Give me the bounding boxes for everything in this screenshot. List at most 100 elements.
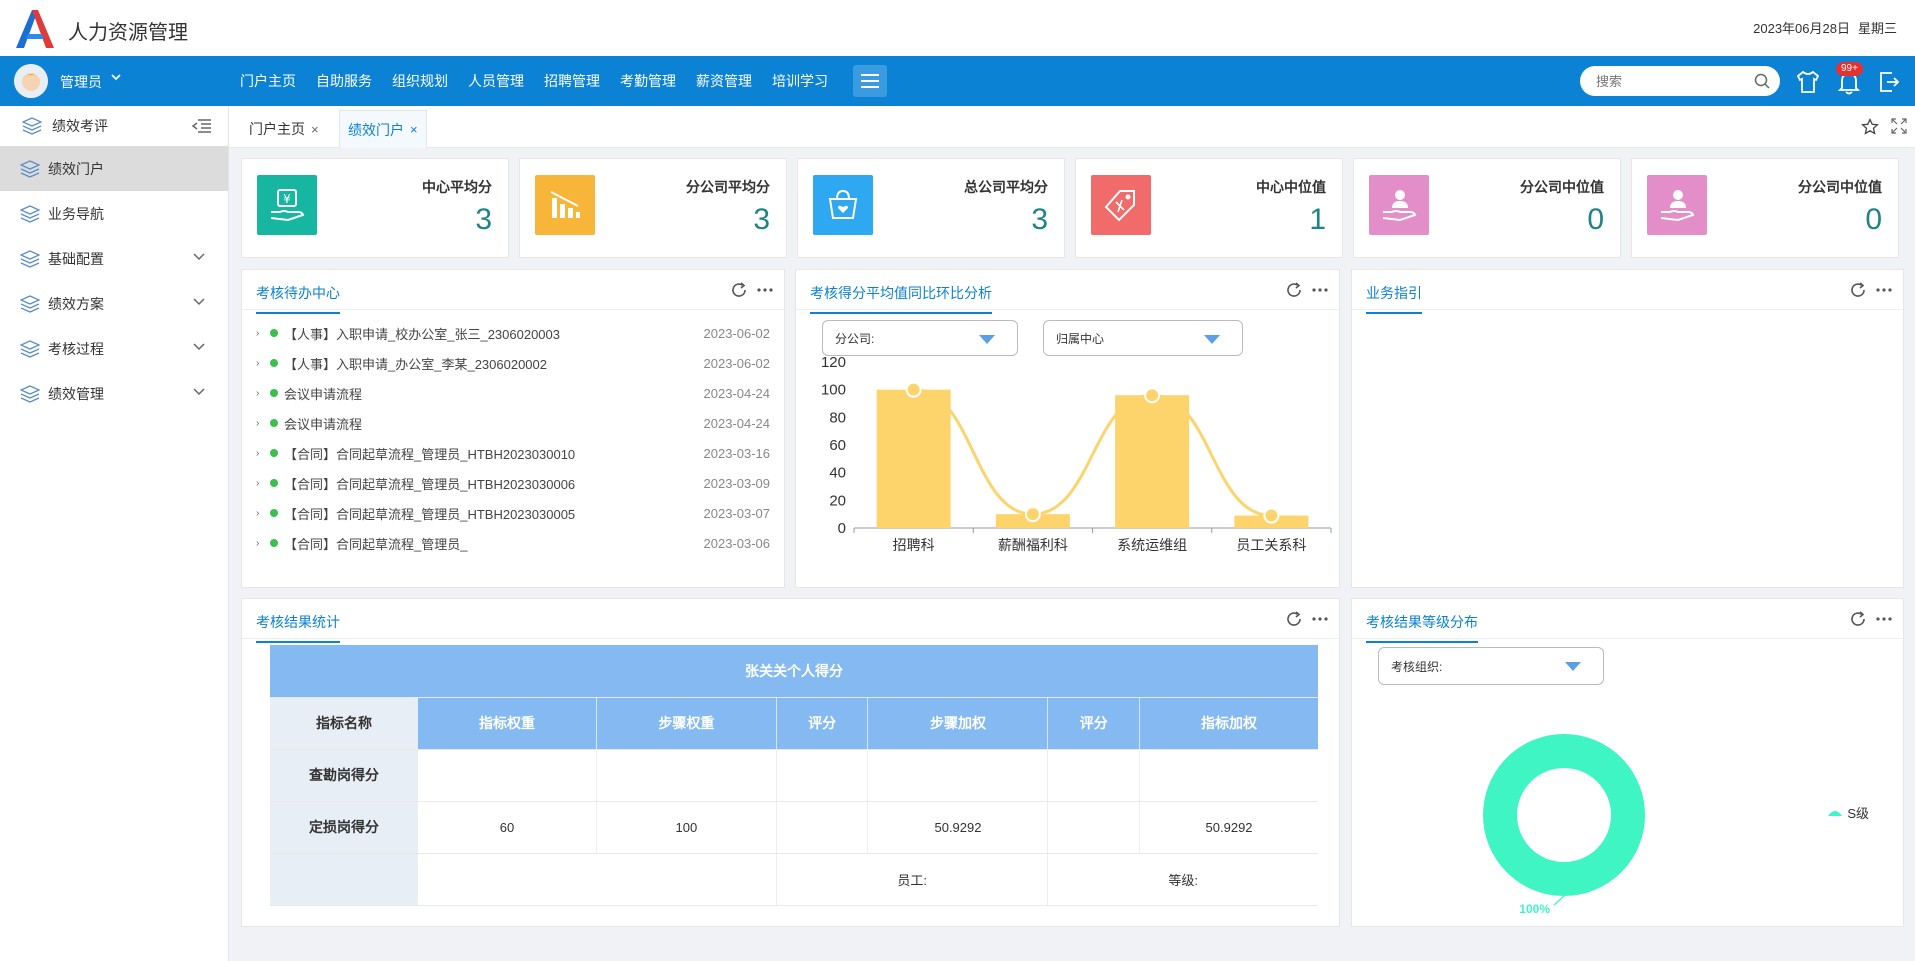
panel-title[interactable]: 业务指引	[1366, 283, 1422, 314]
nav-item-self-service[interactable]: 自助服务	[316, 71, 372, 91]
layers-icon	[20, 294, 40, 313]
shirt-icon[interactable]	[1795, 69, 1821, 95]
nav-item-attendance[interactable]: 考勤管理	[620, 71, 676, 91]
list-item[interactable]: › 【人事】入职申请_办公室_李某_2306020002 2023-06-02	[256, 348, 770, 378]
sidebar-item-basic-config[interactable]: 基础配置	[0, 236, 228, 281]
refresh-icon[interactable]	[1849, 281, 1867, 299]
table-row: 查勘岗得分	[270, 749, 1318, 802]
sidebar-item-label: 业务导航	[48, 205, 104, 222]
stat-label: 总公司平均分	[964, 179, 1048, 195]
tab-performance-portal[interactable]: 绩效门户 ×	[339, 110, 427, 148]
list-item[interactable]: › 【人事】入职申请_校办公室_张三_2306020003 2023-06-02	[256, 318, 770, 348]
stat-value: 0	[1865, 203, 1882, 236]
user-hand-icon	[1660, 190, 1695, 222]
star-icon[interactable]	[1861, 118, 1879, 136]
panel-title[interactable]: 考核待办中心	[256, 283, 340, 314]
nav-item-personnel[interactable]: 人员管理	[468, 71, 524, 91]
status-dot	[270, 389, 278, 397]
more-icon[interactable]	[1311, 610, 1329, 628]
table-cell	[776, 749, 869, 802]
collapse-sidebar-icon[interactable]	[192, 118, 212, 134]
todo-text: 【合同】合同起草流程_管理员_	[284, 536, 468, 552]
y-tick-label: 40	[829, 465, 846, 482]
line-point	[1144, 387, 1161, 404]
bar	[1115, 395, 1190, 528]
status-dot	[270, 359, 278, 367]
todo-date: 2023-04-24	[703, 415, 771, 431]
more-icon[interactable]	[1875, 281, 1893, 299]
sidebar-item-business-nav[interactable]: 业务导航	[0, 191, 228, 236]
chevron-right-icon: ›	[256, 507, 260, 519]
panel-title[interactable]: 考核得分平均值同比环比分析	[810, 283, 992, 314]
y-tick-label: 100	[821, 382, 846, 399]
nav-menu: 门户主页 自助服务 组织规划 人员管理 招聘管理 考勤管理 薪资管理 培训学习	[240, 56, 848, 106]
legend-swatch-icon	[1828, 810, 1843, 816]
refresh-icon[interactable]	[730, 281, 748, 299]
user-name[interactable]: 管理员	[60, 72, 102, 92]
center-select[interactable]: 归属中心	[1043, 320, 1243, 356]
stat-label: 分公司中位值	[1520, 179, 1604, 195]
x-tick-label: 招聘科	[893, 537, 935, 553]
nav-item-recruitment[interactable]: 招聘管理	[544, 71, 600, 91]
svg-text:¥: ¥	[283, 192, 291, 206]
nav-item-training[interactable]: 培训学习	[772, 71, 828, 91]
todo-date: 2023-03-09	[703, 475, 771, 491]
chevron-down-icon	[193, 388, 205, 396]
sidebar-header-label: 绩效考评	[52, 118, 108, 134]
tab-home[interactable]: 门户主页 ×	[241, 110, 327, 148]
sidebar-item-performance-management[interactable]: 绩效管理	[0, 371, 228, 416]
logout-icon[interactable]	[1876, 69, 1902, 95]
chevron-down-icon[interactable]	[110, 71, 122, 83]
score-table: 张关关个人得分 指标名称 指标权重 步骤权重 评分 步骤加权 评分 指标加权 查…	[270, 645, 1318, 906]
panel-title[interactable]: 考核结果统计	[256, 612, 340, 643]
list-item[interactable]: › 【合同】合同起草流程_管理员_ 2023-03-06	[256, 528, 770, 558]
list-item[interactable]: › 【合同】合同起草流程_管理员_HTBH2023030005 2023-03-07	[256, 498, 770, 528]
more-icon[interactable]	[756, 281, 774, 299]
sidebar-item-assessment-process[interactable]: 考核过程	[0, 326, 228, 371]
legend-label: S级	[1847, 806, 1869, 821]
line-point	[1263, 507, 1280, 524]
status-dot	[270, 539, 278, 547]
chart-legend[interactable]: S级	[1827, 803, 1869, 822]
nav-item-org-planning[interactable]: 组织规划	[392, 71, 448, 91]
list-item[interactable]: › 会议申请流程 2023-04-24	[256, 408, 770, 438]
sidebar-item-label: 绩效管理	[48, 385, 104, 402]
tab-label: 门户主页	[249, 121, 305, 137]
refresh-icon[interactable]	[1285, 610, 1303, 628]
table-cell	[776, 801, 869, 854]
avatar[interactable]	[14, 64, 48, 98]
nav-item-home[interactable]: 门户主页	[240, 71, 296, 91]
x-tick-label: 员工关系科	[1236, 537, 1306, 553]
stat-icon-box	[1647, 175, 1707, 235]
chevron-right-icon: ›	[256, 477, 260, 489]
layers-icon	[20, 249, 40, 268]
refresh-icon[interactable]	[1285, 281, 1303, 299]
column-header: 步骤加权	[867, 697, 1049, 750]
list-item[interactable]: › 【合同】合同起草流程_管理员_HTBH2023030010 2023-03-16	[256, 438, 770, 468]
sidebar-item-label: 绩效方案	[48, 295, 104, 312]
search-icon[interactable]	[1754, 73, 1770, 89]
branch-select[interactable]: 分公司:	[822, 320, 1018, 356]
notification-badge: 99+	[1836, 62, 1863, 76]
close-icon[interactable]: ×	[311, 122, 319, 137]
sidebar-item-performance-portal[interactable]: 绩效门户	[0, 146, 228, 191]
list-item[interactable]: › 【合同】合同起草流程_管理员_HTBH2023030006 2023-03-09	[256, 468, 770, 498]
close-icon[interactable]: ×	[410, 122, 418, 137]
stat-icon-box	[813, 175, 873, 235]
y-tick-label: 60	[829, 437, 846, 454]
nav-item-salary[interactable]: 薪资管理	[696, 71, 752, 91]
menu-more-button[interactable]	[853, 65, 887, 97]
fullscreen-icon[interactable]	[1891, 118, 1907, 134]
status-dot	[270, 479, 278, 487]
y-tick-label: 0	[838, 520, 846, 537]
list-item[interactable]: › 会议申请流程 2023-04-24	[256, 378, 770, 408]
chevron-right-icon: ›	[256, 417, 260, 429]
donut-slice-s	[1483, 734, 1645, 896]
stat-icon-box	[1369, 175, 1429, 235]
column-header: 步骤权重	[596, 697, 777, 750]
y-tick-label: 20	[829, 492, 846, 509]
avatar-icon	[14, 64, 48, 98]
search-input[interactable]	[1580, 66, 1740, 96]
sidebar-item-performance-plan[interactable]: 绩效方案	[0, 281, 228, 326]
more-icon[interactable]	[1311, 281, 1329, 299]
